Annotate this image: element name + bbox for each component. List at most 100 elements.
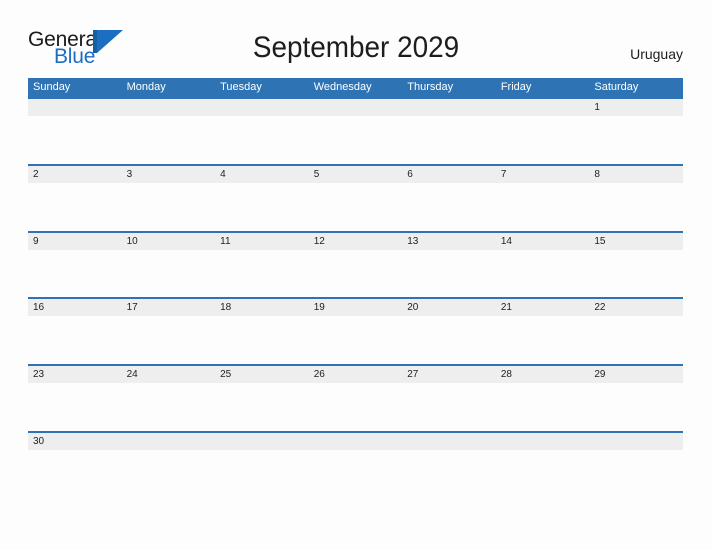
day-cell[interactable] — [402, 450, 496, 498]
day-cell[interactable] — [309, 316, 403, 364]
day-cell[interactable] — [402, 116, 496, 164]
day-number[interactable]: 17 — [122, 299, 216, 316]
day-number[interactable] — [589, 433, 683, 450]
day-number[interactable]: 30 — [28, 433, 122, 450]
day-cell[interactable] — [122, 116, 216, 164]
day-cell[interactable] — [309, 450, 403, 498]
day-number[interactable]: 29 — [589, 366, 683, 383]
week-row: 30 — [28, 430, 683, 498]
page-header: General Blue September 2029 Uruguay — [0, 0, 712, 76]
day-cell[interactable] — [402, 383, 496, 431]
day-number[interactable] — [122, 99, 216, 116]
day-cell[interactable] — [309, 183, 403, 231]
week-date-band: 30 — [28, 432, 683, 450]
day-cell[interactable] — [496, 383, 590, 431]
day-number[interactable]: 13 — [402, 233, 496, 250]
day-cell[interactable] — [122, 183, 216, 231]
day-cell[interactable] — [402, 183, 496, 231]
day-number[interactable]: 23 — [28, 366, 122, 383]
week-row: 16 17 18 19 20 21 22 — [28, 297, 683, 365]
day-cell[interactable] — [496, 250, 590, 298]
week-date-band: 9 10 11 12 13 14 15 — [28, 232, 683, 250]
day-cell[interactable] — [215, 450, 309, 498]
day-number[interactable] — [496, 99, 590, 116]
day-number[interactable]: 5 — [309, 166, 403, 183]
day-number[interactable]: 12 — [309, 233, 403, 250]
day-number[interactable]: 8 — [589, 166, 683, 183]
day-cell[interactable] — [402, 316, 496, 364]
day-cell[interactable] — [589, 450, 683, 498]
day-cell[interactable] — [215, 183, 309, 231]
day-number[interactable]: 6 — [402, 166, 496, 183]
day-number[interactable]: 19 — [309, 299, 403, 316]
calendar-grid: Sunday Monday Tuesday Wednesday Thursday… — [28, 78, 683, 498]
day-cell[interactable] — [215, 316, 309, 364]
day-number[interactable]: 10 — [122, 233, 216, 250]
day-cell[interactable] — [122, 250, 216, 298]
day-number[interactable]: 24 — [122, 366, 216, 383]
day-number[interactable]: 1 — [589, 99, 683, 116]
day-number[interactable]: 18 — [215, 299, 309, 316]
day-number[interactable]: 4 — [215, 166, 309, 183]
day-cell[interactable] — [215, 250, 309, 298]
day-number[interactable]: 25 — [215, 366, 309, 383]
day-cell[interactable] — [402, 250, 496, 298]
day-number[interactable]: 26 — [309, 366, 403, 383]
day-number[interactable]: 20 — [402, 299, 496, 316]
day-cell[interactable] — [589, 383, 683, 431]
day-cell[interactable] — [122, 316, 216, 364]
week-body — [28, 116, 683, 164]
day-cell[interactable] — [496, 316, 590, 364]
day-cell[interactable] — [496, 183, 590, 231]
day-cell[interactable] — [589, 183, 683, 231]
day-cell[interactable] — [496, 116, 590, 164]
day-number[interactable] — [402, 99, 496, 116]
day-number[interactable] — [28, 99, 122, 116]
day-cell[interactable] — [309, 116, 403, 164]
day-number[interactable]: 28 — [496, 366, 590, 383]
weekday-header-thursday: Thursday — [407, 81, 454, 93]
week-body — [28, 383, 683, 431]
week-row: 1 — [28, 97, 683, 164]
day-cell[interactable] — [309, 250, 403, 298]
day-number[interactable]: 22 — [589, 299, 683, 316]
day-number[interactable] — [496, 433, 590, 450]
day-cell[interactable] — [589, 116, 683, 164]
weekday-header-tuesday: Tuesday — [220, 81, 262, 93]
day-cell[interactable] — [28, 450, 122, 498]
day-cell[interactable] — [28, 383, 122, 431]
day-number[interactable] — [309, 433, 403, 450]
day-number[interactable]: 21 — [496, 299, 590, 316]
day-number[interactable]: 7 — [496, 166, 590, 183]
day-number[interactable] — [122, 433, 216, 450]
day-cell[interactable] — [28, 183, 122, 231]
day-number[interactable]: 3 — [122, 166, 216, 183]
day-cell[interactable] — [215, 116, 309, 164]
day-number[interactable] — [309, 99, 403, 116]
week-date-band: 23 24 25 26 27 28 29 — [28, 366, 683, 384]
day-number[interactable] — [215, 99, 309, 116]
day-cell[interactable] — [496, 450, 590, 498]
day-cell[interactable] — [589, 316, 683, 364]
day-cell[interactable] — [28, 250, 122, 298]
day-cell[interactable] — [122, 383, 216, 431]
week-row: 23 24 25 26 27 28 29 — [28, 364, 683, 431]
day-number[interactable] — [402, 433, 496, 450]
weekday-header-monday: Monday — [126, 81, 166, 93]
day-number[interactable] — [215, 433, 309, 450]
day-cell[interactable] — [122, 450, 216, 498]
day-number[interactable]: 9 — [28, 233, 122, 250]
week-body — [28, 250, 683, 298]
day-number[interactable]: 14 — [496, 233, 590, 250]
day-cell[interactable] — [215, 383, 309, 431]
day-number[interactable]: 15 — [589, 233, 683, 250]
day-cell[interactable] — [28, 116, 122, 164]
day-number[interactable]: 27 — [402, 366, 496, 383]
day-number[interactable]: 11 — [215, 233, 309, 250]
day-cell[interactable] — [309, 383, 403, 431]
day-number[interactable]: 16 — [28, 299, 122, 316]
day-cell[interactable] — [28, 316, 122, 364]
week-date-band: 2 3 4 5 6 7 8 — [28, 165, 683, 183]
day-number[interactable]: 2 — [28, 166, 122, 183]
day-cell[interactable] — [589, 250, 683, 298]
